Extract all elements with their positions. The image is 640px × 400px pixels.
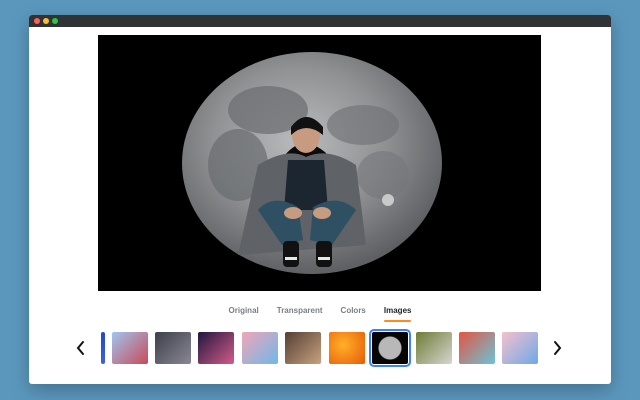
- view-tabs: Original Transparent Colors Images: [29, 304, 611, 322]
- subject-hand: [284, 207, 302, 219]
- subject-shirt: [284, 160, 328, 210]
- tab-transparent[interactable]: Transparent: [277, 304, 323, 322]
- prev-button[interactable]: [73, 339, 89, 357]
- next-button[interactable]: [549, 339, 565, 357]
- close-window-button[interactable]: [34, 18, 40, 24]
- chevron-right-icon: [554, 341, 562, 355]
- subject-hand: [313, 207, 331, 219]
- maximize-window-button[interactable]: [52, 18, 58, 24]
- subject-left-shoe: [283, 241, 299, 267]
- thumb-moon[interactable]: [369, 329, 411, 367]
- thumb-blue-paint[interactable]: [112, 332, 148, 364]
- moon-crater: [382, 194, 394, 206]
- app-window: Original Transparent Colors Images: [29, 15, 611, 384]
- thumb-blue-edge[interactable]: [101, 332, 105, 364]
- minimize-window-button[interactable]: [43, 18, 49, 24]
- shoe-stripe: [285, 257, 297, 260]
- thumb-night-sky[interactable]: [155, 332, 191, 364]
- moon-maria: [357, 151, 409, 199]
- image-preview: [98, 35, 541, 291]
- tab-colors[interactable]: Colors: [341, 304, 366, 322]
- composited-image: [98, 35, 541, 291]
- subject-right-shoe: [316, 241, 332, 267]
- tab-images[interactable]: Images: [383, 304, 411, 322]
- tab-original[interactable]: Original: [229, 304, 259, 322]
- thumb-waterfall[interactable]: [416, 332, 452, 364]
- thumb-sunset-water[interactable]: [198, 332, 234, 364]
- thumb-fire[interactable]: [329, 332, 365, 364]
- chevron-left-icon: [76, 341, 84, 355]
- thumb-red-abstract[interactable]: [459, 332, 495, 364]
- shoe-stripe: [318, 257, 330, 260]
- moon-maria: [327, 105, 399, 145]
- background-thumbnail-strip: [29, 329, 611, 369]
- title-bar: [29, 15, 611, 27]
- thumb-pink-abstract[interactable]: [502, 332, 538, 364]
- thumb-pink-sky[interactable]: [242, 332, 278, 364]
- thumb-city-street[interactable]: [285, 332, 321, 364]
